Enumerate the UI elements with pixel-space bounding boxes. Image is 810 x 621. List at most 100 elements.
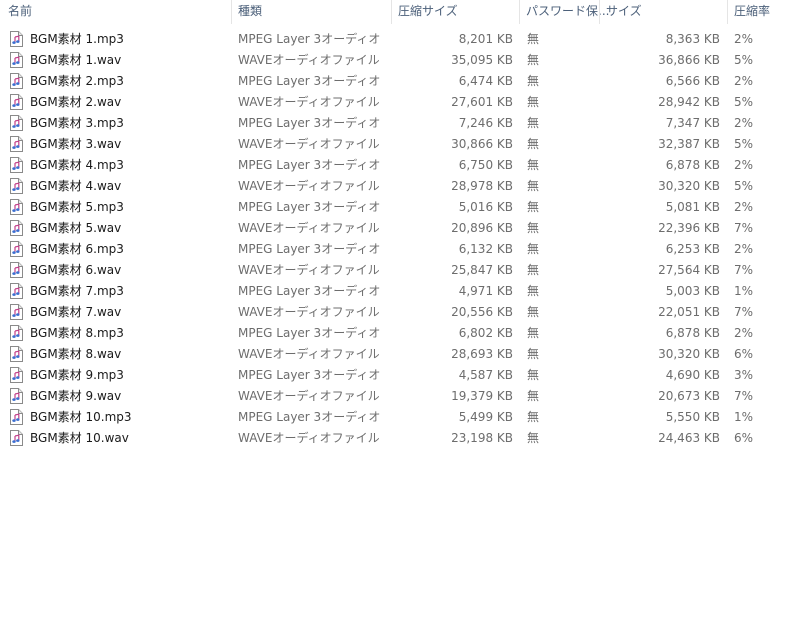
file-row[interactable]: BGM素材 1.wav WAVEオーディオファイル 35,095 KB 無 36,866… [0,50,810,71]
file-password: 無 [527,95,540,109]
file-name: BGM素材 1.mp3 [30,32,124,46]
file-size: 7,347 KB [665,116,720,130]
file-type: WAVEオーディオファイル [238,221,380,235]
file-ratio: 7% [734,305,754,319]
file-ratio: 5% [734,53,754,67]
file-row[interactable]: BGM素材 10.wav WAVEオーディオファイル 23,198 KB 無 24,46… [0,428,810,449]
file-type: MPEG Layer 3オーディオ [238,368,381,382]
file-compressed-size: 28,693 KB [451,347,513,361]
file-type: MPEG Layer 3オーディオ [238,242,381,256]
file-name: BGM素材 9.wav [30,389,122,403]
file-size: 30,320 KB [658,347,720,361]
audio-file-icon [10,407,26,428]
file-password: 無 [527,158,540,172]
file-ratio: 2% [734,74,754,88]
file-name: BGM素材 3.mp3 [30,116,124,130]
file-type: WAVEオーディオファイル [238,389,380,403]
file-name: BGM素材 6.mp3 [30,242,124,256]
file-row[interactable]: BGM素材 3.wav WAVEオーディオファイル 30,866 KB 無 32,387… [0,134,810,155]
file-ratio: 2% [734,242,754,256]
file-row[interactable]: BGM素材 4.wav WAVEオーディオファイル 28,978 KB 無 30,320… [0,176,810,197]
audio-file-icon [10,239,26,260]
file-name: BGM素材 10.mp3 [30,410,132,424]
file-rows: BGM素材 1.mp3 MPEG Layer 3オーディオ 8,201 KB 無 8,3… [0,29,810,449]
file-type: MPEG Layer 3オーディオ [238,158,381,172]
file-row[interactable]: BGM素材 1.mp3 MPEG Layer 3オーディオ 8,201 KB 無 8,3… [0,29,810,50]
audio-file-icon [10,134,26,155]
file-password: 無 [527,326,540,340]
file-password: 無 [527,32,540,46]
file-size: 24,463 KB [658,431,720,445]
column-header-size[interactable]: サイズ [599,0,727,24]
file-ratio: 6% [734,431,754,445]
file-type: WAVEオーディオファイル [238,95,380,109]
file-row[interactable]: BGM素材 9.wav WAVEオーディオファイル 19,379 KB 無 20,673… [0,386,810,407]
file-type: WAVEオーディオファイル [238,305,380,319]
file-size: 32,387 KB [658,137,720,151]
file-row[interactable]: BGM素材 7.wav WAVEオーディオファイル 20,556 KB 無 22,051… [0,302,810,323]
audio-file-icon [10,428,26,449]
file-row[interactable]: BGM素材 2.mp3 MPEG Layer 3オーディオ 6,474 KB 無 6,5… [0,71,810,92]
file-size: 8,363 KB [665,32,720,46]
file-compressed-size: 23,198 KB [451,431,513,445]
column-header-bar: 名前 ^ 種類 圧縮サイズ パスワード保... サイズ 圧縮率 [0,0,810,24]
file-row[interactable]: BGM素材 5.wav WAVEオーディオファイル 20,896 KB 無 22,396… [0,218,810,239]
file-row[interactable]: BGM素材 4.mp3 MPEG Layer 3オーディオ 6,750 KB 無 6,8… [0,155,810,176]
file-size: 6,566 KB [665,74,720,88]
archive-file-list: 名前 ^ 種類 圧縮サイズ パスワード保... サイズ 圧縮率 BGM素材 1.… [0,0,810,621]
file-row[interactable]: BGM素材 3.mp3 MPEG Layer 3オーディオ 7,246 KB 無 7,3… [0,113,810,134]
file-name: BGM素材 7.wav [30,305,122,319]
audio-file-icon [10,29,26,50]
file-compressed-size: 25,847 KB [451,263,513,277]
file-compressed-size: 5,499 KB [458,410,513,424]
file-name: BGM素材 7.mp3 [30,284,124,298]
file-password: 無 [527,263,540,277]
file-ratio: 2% [734,32,754,46]
file-password: 無 [527,410,540,424]
file-row[interactable]: BGM素材 8.wav WAVEオーディオファイル 28,693 KB 無 30,320… [0,344,810,365]
file-row[interactable]: BGM素材 9.mp3 MPEG Layer 3オーディオ 4,587 KB 無 4,6… [0,365,810,386]
file-ratio: 1% [734,284,754,298]
file-row[interactable]: BGM素材 2.wav WAVEオーディオファイル 27,601 KB 無 28,942… [0,92,810,113]
file-size: 4,690 KB [665,368,720,382]
file-compressed-size: 4,971 KB [458,284,513,298]
file-type: MPEG Layer 3オーディオ [238,284,381,298]
column-header-password[interactable]: パスワード保... [519,0,609,24]
file-size: 22,051 KB [658,305,720,319]
file-type: MPEG Layer 3オーディオ [238,326,381,340]
file-compressed-size: 28,978 KB [451,179,513,193]
sort-ascending-icon: ^ [112,0,120,4]
file-name: BGM素材 5.mp3 [30,200,124,214]
audio-file-icon [10,323,26,344]
column-header-ratio[interactable]: 圧縮率 [727,0,810,24]
file-compressed-size: 20,556 KB [451,305,513,319]
file-type: WAVEオーディオファイル [238,347,380,361]
file-password: 無 [527,53,540,67]
file-row[interactable]: BGM素材 6.mp3 MPEG Layer 3オーディオ 6,132 KB 無 6,2… [0,239,810,260]
file-row[interactable]: BGM素材 7.mp3 MPEG Layer 3オーディオ 4,971 KB 無 5,0… [0,281,810,302]
file-type: WAVEオーディオファイル [238,137,380,151]
file-size: 5,081 KB [665,200,720,214]
file-ratio: 2% [734,200,754,214]
file-name: BGM素材 9.mp3 [30,368,124,382]
file-compressed-size: 27,601 KB [451,95,513,109]
audio-file-icon [10,218,26,239]
file-compressed-size: 6,750 KB [458,158,513,172]
file-row[interactable]: BGM素材 8.mp3 MPEG Layer 3オーディオ 6,802 KB 無 6,8… [0,323,810,344]
file-password: 無 [527,389,540,403]
file-row[interactable]: BGM素材 10.mp3 MPEG Layer 3オーディオ 5,499 KB 無 5,… [0,407,810,428]
file-ratio: 7% [734,221,754,235]
column-header-compressed-size[interactable]: 圧縮サイズ [391,0,519,24]
file-row[interactable]: BGM素材 6.wav WAVEオーディオファイル 25,847 KB 無 27,564… [0,260,810,281]
file-name: BGM素材 6.wav [30,263,122,277]
column-header-type[interactable]: 種類 [231,0,391,24]
file-name: BGM素材 1.wav [30,53,122,67]
file-name: BGM素材 8.mp3 [30,326,124,340]
file-name: BGM素材 2.mp3 [30,74,124,88]
audio-file-icon [10,365,26,386]
file-row[interactable]: BGM素材 5.mp3 MPEG Layer 3オーディオ 5,016 KB 無 5,0… [0,197,810,218]
file-compressed-size: 8,201 KB [458,32,513,46]
file-compressed-size: 6,802 KB [458,326,513,340]
file-type: WAVEオーディオファイル [238,53,380,67]
file-password: 無 [527,221,540,235]
